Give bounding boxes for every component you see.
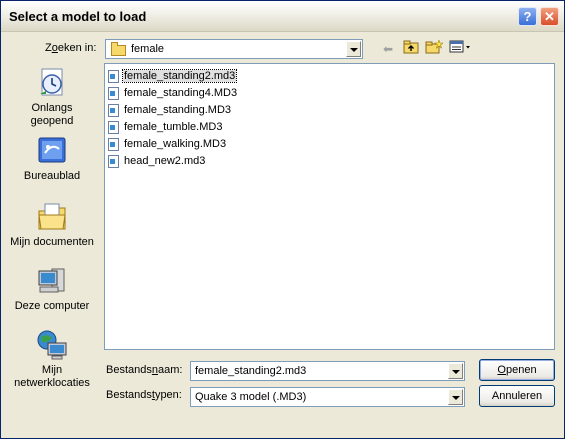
close-button[interactable]: ✕ (540, 7, 559, 26)
look-in-label: Zoeken in: (45, 42, 97, 54)
place-recent[interactable]: Onlangs geopend (8, 67, 96, 128)
place-label: Bureaublad (23, 170, 81, 182)
file-icon (108, 138, 119, 151)
open-button[interactable]: Openen (479, 359, 555, 381)
open-file-dialog: Select a model to load ? ✕ Zoeken in: fe… (0, 0, 565, 439)
file-name: head_new2.md3 (124, 155, 206, 167)
place-desktop[interactable]: Bureaublad (8, 135, 96, 183)
file-list[interactable]: female_standing2.md3 female_standing4.MD… (104, 63, 555, 350)
place-label: geopend (30, 115, 74, 127)
cancel-button[interactable]: Annuleren (479, 385, 555, 407)
place-label: netwerklocaties (14, 377, 90, 389)
file-name: female_tumble.MD3 (124, 121, 223, 133)
place-label: Mijn (41, 364, 63, 376)
dialog-title: Select a model to load (9, 9, 147, 24)
file-name: female_standing2.md3 (121, 69, 238, 83)
new-folder-icon[interactable] (424, 39, 444, 58)
look-in-value: female (131, 43, 165, 55)
network-icon (36, 329, 68, 361)
chevron-down-icon[interactable] (346, 41, 361, 57)
file-name-value: female_standing2.md3 (195, 365, 307, 377)
view-menu-icon[interactable] (448, 40, 472, 58)
back-arrow-icon[interactable]: ⬅ (378, 40, 398, 58)
my-computer-icon (36, 265, 68, 297)
place-label: Deze computer (14, 300, 90, 312)
place-label: Mijn documenten (10, 236, 94, 248)
my-documents-icon (36, 201, 68, 233)
file-icon (108, 121, 119, 134)
file-icon (108, 104, 119, 117)
title-bar: Select a model to load ? ✕ (1, 1, 564, 32)
file-type-value: Quake 3 model (.MD3) (195, 391, 307, 403)
file-name-label: Bestandsnaam: (106, 364, 183, 376)
file-icon (108, 70, 119, 83)
chevron-down-icon[interactable] (448, 389, 463, 405)
place-label: Onlangs (31, 102, 73, 114)
place-network[interactable]: Mijn netwerklocaties (8, 329, 96, 390)
desktop-icon (36, 135, 68, 167)
look-in-combo[interactable]: female (105, 39, 363, 59)
recent-icon (36, 67, 68, 99)
file-icon (108, 87, 119, 100)
up-folder-icon[interactable] (401, 40, 421, 58)
file-type-select[interactable]: Quake 3 model (.MD3) (190, 387, 465, 407)
file-type-label: Bestandstypen: (106, 389, 182, 401)
file-name: female_standing.MD3 (124, 104, 232, 116)
folder-icon (111, 42, 126, 56)
file-icon (108, 155, 119, 168)
place-my-documents[interactable]: Mijn documenten (8, 201, 96, 249)
file-name-input[interactable]: female_standing2.md3 (190, 361, 465, 381)
file-name: female_walking.MD3 (124, 138, 227, 150)
place-my-computer[interactable]: Deze computer (8, 265, 96, 313)
help-button[interactable]: ? (518, 7, 537, 26)
chevron-down-icon[interactable] (448, 363, 463, 379)
file-name: female_standing4.MD3 (124, 87, 238, 99)
places-bar: Onlangs geopend Bureaublad Mijn document… (8, 63, 96, 411)
